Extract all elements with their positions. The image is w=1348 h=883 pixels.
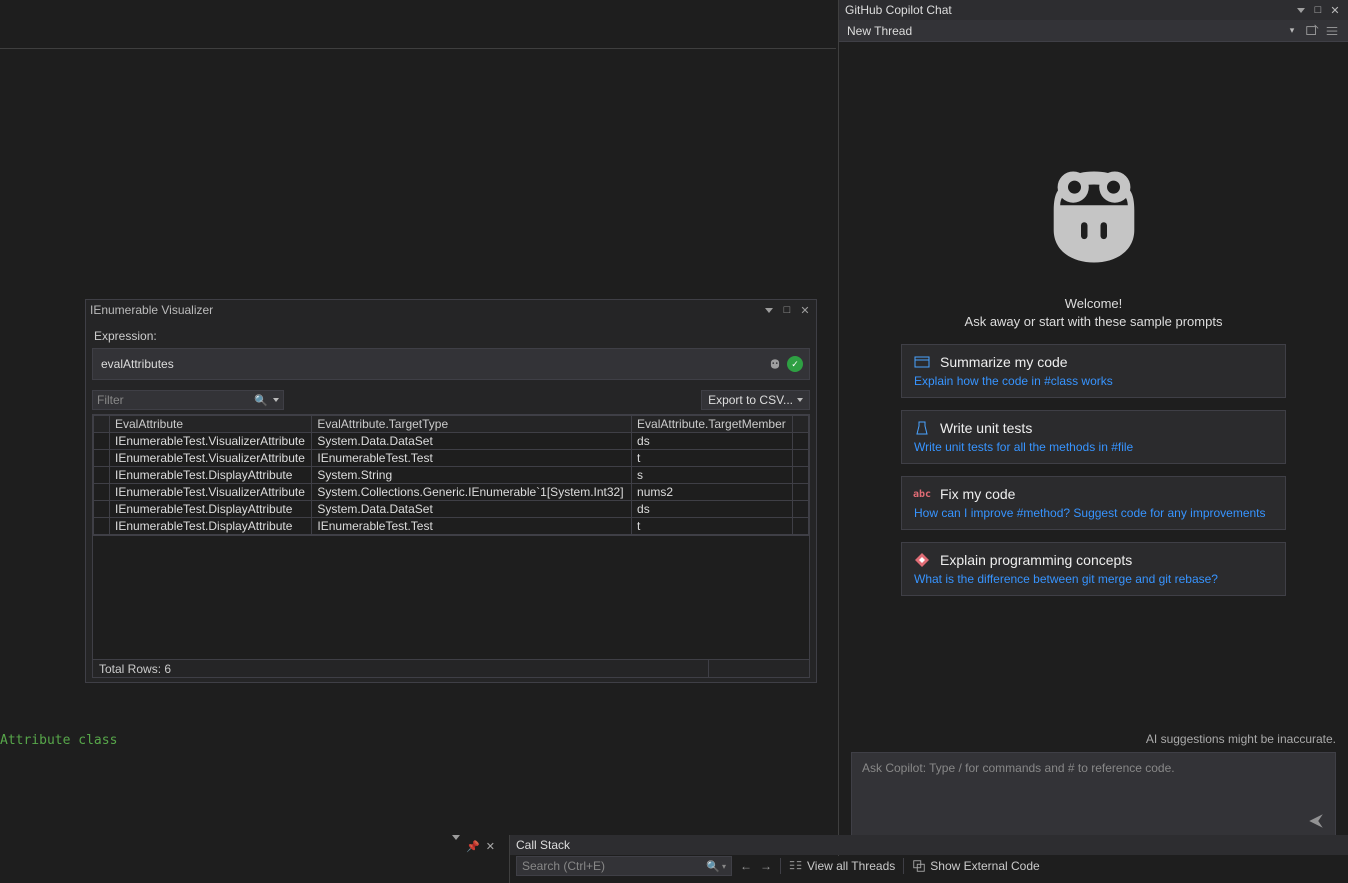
thread-dropdown-icon[interactable]: ▾	[1284, 25, 1300, 36]
table-row[interactable]: IEnumerableTest.VisualizerAttributeSyste…	[94, 484, 809, 501]
thread-bar[interactable]: New Thread ▾	[839, 20, 1348, 42]
welcome-title: Welcome!	[1065, 296, 1123, 311]
show-external-code-button[interactable]: Show External Code	[912, 859, 1039, 873]
copilot-logo-icon	[1029, 152, 1159, 282]
copilot-input-placeholder: Ask Copilot: Type / for commands and # t…	[862, 761, 1175, 775]
filter-dropdown-icon[interactable]	[273, 398, 279, 402]
grid-footer: Total Rows: 6	[92, 660, 810, 678]
visualizer-title: IEnumerable Visualizer	[90, 303, 213, 317]
col-header-2[interactable]: EvalAttribute.TargetMember	[632, 416, 793, 433]
card-icon	[914, 354, 930, 370]
nav-back-icon[interactable]: ←	[740, 859, 752, 873]
card-title: Write unit tests	[940, 420, 1032, 436]
bottom-left-tool-window-controls: 📌 ✕	[0, 835, 503, 857]
write-tests-card[interactable]: Write unit tests Write unit tests for all…	[901, 410, 1286, 464]
card-icon	[914, 420, 930, 436]
maximize-icon[interactable]: □	[1311, 4, 1325, 16]
explain-concepts-card[interactable]: Explain programming concepts What is the …	[901, 542, 1286, 596]
dropdown-icon[interactable]	[1294, 8, 1308, 13]
disclaimer-text: AI suggestions might be inaccurate.	[851, 732, 1336, 746]
maximize-icon[interactable]: □	[780, 303, 794, 317]
card-title: Summarize my code	[940, 354, 1068, 370]
copilot-title: GitHub Copilot Chat	[845, 3, 952, 17]
call-stack-title: Call Stack	[516, 838, 570, 852]
table-row[interactable]: IEnumerableTest.VisualizerAttributeSyste…	[94, 433, 809, 450]
close-icon[interactable]: ✕	[798, 303, 812, 317]
call-stack-titlebar[interactable]: Call Stack	[510, 835, 1348, 855]
send-icon[interactable]	[1307, 812, 1325, 833]
table-row[interactable]: IEnumerableTest.DisplayAttributeSystem.S…	[94, 467, 809, 484]
new-thread-icon[interactable]	[1304, 24, 1320, 38]
card-description: What is the difference between git merge…	[914, 572, 1273, 586]
card-title: Fix my code	[940, 486, 1015, 502]
callstack-search-input[interactable]: Search (Ctrl+E) 🔍 ▾	[516, 856, 732, 876]
card-title: Explain programming concepts	[940, 552, 1132, 568]
export-csv-button[interactable]: Export to CSV...	[701, 390, 810, 410]
thread-name: New Thread	[847, 24, 912, 38]
col-spacer	[793, 416, 809, 433]
copilot-panel: GitHub Copilot Chat □ ✕ New Thread ▾ Wel…	[838, 0, 1348, 856]
card-icon: abc	[914, 486, 930, 502]
nav-forward-icon[interactable]: →	[760, 859, 772, 873]
check-icon: ✓	[787, 356, 803, 372]
search-dropdown-icon[interactable]: ▾	[722, 862, 726, 871]
total-rows: Total Rows: 6	[99, 662, 171, 676]
search-icon[interactable]: 🔍	[254, 394, 268, 407]
table-row[interactable]: IEnumerableTest.DisplayAttributeIEnumera…	[94, 518, 809, 535]
summarize-code-card[interactable]: Summarize my code Explain how the code in…	[901, 344, 1286, 398]
card-icon	[914, 552, 930, 568]
close-icon[interactable]: ✕	[1328, 4, 1342, 17]
card-description: How can I improve #method? Suggest code …	[914, 506, 1273, 520]
col-header-0[interactable]: EvalAttribute	[110, 416, 312, 433]
expression-value: evalAttributes	[101, 357, 174, 371]
threads-icon	[789, 859, 803, 873]
data-grid[interactable]: EvalAttribute EvalAttribute.TargetType E…	[92, 414, 810, 660]
search-icon[interactable]: 🔍	[706, 860, 720, 873]
fix-code-card[interactable]: abc Fix my code How can I improve #method?…	[901, 476, 1286, 530]
dropdown-icon[interactable]	[452, 840, 460, 852]
export-label: Export to CSV...	[708, 393, 793, 407]
external-code-icon	[912, 859, 926, 873]
settings-icon[interactable]	[1324, 24, 1340, 38]
dropdown-icon[interactable]	[762, 303, 776, 317]
close-icon[interactable]: ✕	[486, 840, 495, 853]
table-row[interactable]: IEnumerableTest.VisualizerAttributeIEnum…	[94, 450, 809, 467]
copilot-chat-input[interactable]: Ask Copilot: Type / for commands and # t…	[851, 752, 1336, 842]
view-all-threads-button[interactable]: View all Threads	[789, 859, 895, 873]
copilot-icon[interactable]	[767, 356, 783, 372]
ienumerable-visualizer-window: IEnumerable Visualizer □ ✕ Expression: e…	[85, 299, 817, 683]
card-description: Explain how the code in #class works	[914, 374, 1273, 388]
table-row[interactable]: IEnumerableTest.DisplayAttributeSystem.D…	[94, 501, 809, 518]
col-header-1[interactable]: EvalAttribute.TargetType	[312, 416, 632, 433]
show-external-label: Show External Code	[930, 859, 1039, 873]
export-dropdown-icon	[797, 398, 803, 402]
row-handle-header	[94, 416, 110, 433]
expression-label: Expression:	[94, 329, 808, 343]
expression-input[interactable]: evalAttributes ✓	[92, 348, 810, 380]
filter-input[interactable]: Filter 🔍	[92, 390, 284, 410]
filter-placeholder: Filter	[97, 393, 124, 407]
welcome-subtitle: Ask away or start with these sample prom…	[965, 314, 1223, 329]
pin-icon[interactable]: 📌	[466, 840, 480, 853]
visualizer-titlebar[interactable]: IEnumerable Visualizer □ ✕	[86, 300, 816, 320]
call-stack-panel: Call Stack Search (Ctrl+E) 🔍 ▾ ← → View …	[509, 835, 1348, 883]
editor-area: Attribute class al] The originating asse…	[0, 50, 836, 833]
view-threads-label: View all Threads	[807, 859, 895, 873]
card-description: Write unit tests for all the methods in …	[914, 440, 1273, 454]
copilot-titlebar[interactable]: GitHub Copilot Chat □ ✕	[839, 0, 1348, 20]
callstack-search-placeholder: Search (Ctrl+E)	[522, 859, 605, 873]
code-comment-block: Attribute class al] The originating asse…	[0, 698, 836, 833]
